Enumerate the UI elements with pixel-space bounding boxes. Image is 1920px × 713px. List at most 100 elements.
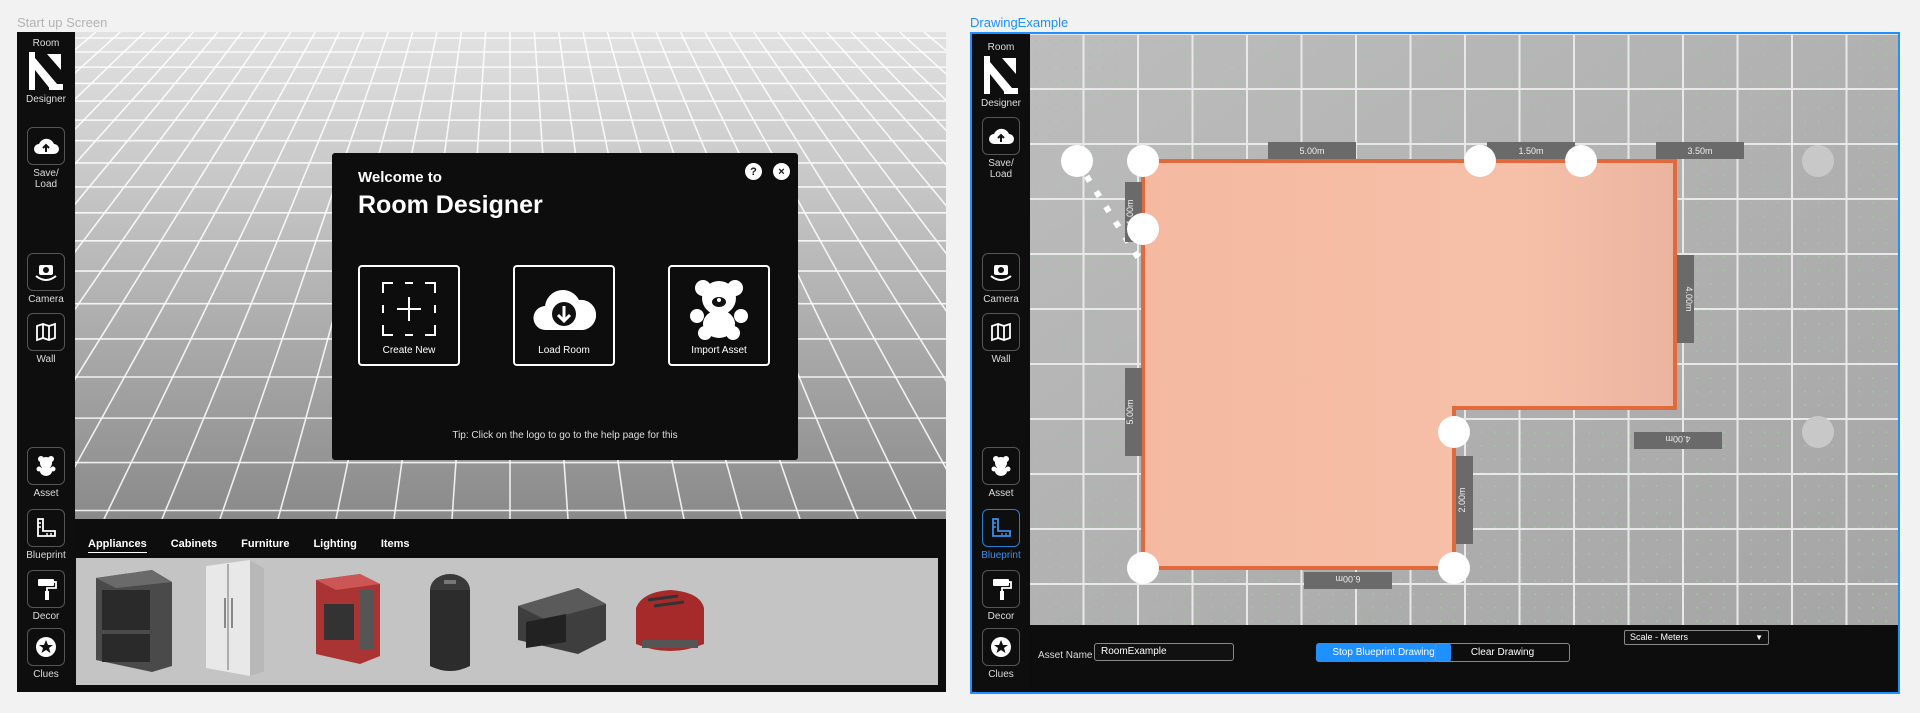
sidebar-item-decor[interactable]: Decor bbox=[17, 570, 75, 622]
sidebar-item-wall[interactable]: Wall bbox=[17, 313, 75, 365]
dim-right: 4.00m bbox=[1684, 286, 1694, 311]
camera-rotate-icon bbox=[27, 253, 65, 291]
dim-top-mid: 1.50m bbox=[1518, 146, 1543, 156]
asset-oven[interactable] bbox=[94, 564, 174, 679]
sidebar-label-decor: Decor bbox=[987, 611, 1015, 622]
sidebar-label-asset: Asset bbox=[988, 488, 1014, 499]
sidebar-item-blueprint[interactable]: Blueprint bbox=[972, 509, 1030, 561]
vertex-handle[interactable] bbox=[1127, 552, 1159, 584]
startup-screen: Welcome to Room Designer ? × Create New bbox=[17, 32, 946, 692]
vertex-handle[interactable] bbox=[1464, 145, 1496, 177]
asset-trash-can[interactable] bbox=[426, 572, 474, 681]
teddy-bear-icon bbox=[27, 447, 65, 485]
sidebar-item-blueprint[interactable]: Blueprint bbox=[17, 509, 75, 561]
tab-items[interactable]: Items bbox=[381, 538, 410, 553]
vertex-handle[interactable] bbox=[1438, 552, 1470, 584]
star-badge-icon bbox=[982, 628, 1020, 666]
map-icon bbox=[982, 313, 1020, 351]
tab-furniture[interactable]: Furniture bbox=[241, 538, 289, 553]
sidebar-item-clues[interactable]: Clues bbox=[17, 628, 75, 680]
sidebar: Room Designer Save/ Load Camera Wall Ass… bbox=[972, 34, 1030, 692]
dim-top-right: 3.50m bbox=[1687, 146, 1712, 156]
sidebar-item-asset[interactable]: Asset bbox=[17, 447, 75, 499]
asset-strip bbox=[76, 558, 938, 685]
vertex-handle[interactable] bbox=[1438, 416, 1470, 448]
camera-rotate-icon bbox=[982, 253, 1020, 291]
asset-refrigerator[interactable] bbox=[204, 558, 266, 681]
sidebar-label-asset: Asset bbox=[33, 488, 59, 499]
dim-inner-vertical: 2.00m bbox=[1457, 487, 1467, 512]
logo-button[interactable]: Room Designer bbox=[17, 38, 75, 105]
paint-roller-icon bbox=[982, 570, 1020, 608]
vertex-handle[interactable] bbox=[1802, 145, 1834, 177]
sidebar-label-decor: Decor bbox=[32, 611, 60, 622]
app-title: Room Designer bbox=[358, 191, 543, 219]
room-designer-logo-icon bbox=[982, 54, 1020, 96]
sidebar-label-save-load: Save/ Load bbox=[33, 168, 59, 190]
sidebar-label-blueprint: Blueprint bbox=[981, 550, 1021, 561]
tab-appliances[interactable]: Appliances bbox=[88, 538, 147, 553]
map-icon bbox=[27, 313, 65, 351]
sidebar-item-camera[interactable]: Camera bbox=[17, 253, 75, 305]
asset-panel: Appliances Cabinets Furniture Lighting I… bbox=[75, 519, 946, 692]
asset-coffee-machine[interactable] bbox=[312, 570, 384, 675]
ruler-square-icon bbox=[27, 509, 65, 547]
drawing-screen: 5.00m 1.50m 3.50m 1.00m 4.00m 5.00m 4.00… bbox=[970, 32, 1900, 694]
paint-roller-icon bbox=[27, 570, 65, 608]
blueprint-grid: 5.00m 1.50m 3.50m 1.00m 4.00m 5.00m 4.00… bbox=[1029, 34, 1898, 625]
load-room-button[interactable]: Load Room bbox=[513, 265, 615, 366]
3d-viewport[interactable]: Welcome to Room Designer ? × Create New bbox=[75, 32, 946, 519]
vertex-handle[interactable] bbox=[1565, 145, 1597, 177]
asset-toaster[interactable] bbox=[632, 586, 708, 663]
welcome-modal: Welcome to Room Designer ? × Create New bbox=[332, 153, 798, 460]
tip-text: Tip: Click on the logo to go to the help… bbox=[452, 430, 678, 441]
ruler-square-icon bbox=[982, 509, 1020, 547]
logo-text-bottom: Designer bbox=[25, 94, 67, 105]
import-asset-label: Import Asset bbox=[691, 345, 747, 356]
sidebar-label-wall: Wall bbox=[991, 354, 1011, 365]
create-new-button[interactable]: Create New bbox=[358, 265, 460, 366]
scale-select[interactable]: Scale - Meters ▼ bbox=[1624, 630, 1769, 645]
dim-top-left: 5.00m bbox=[1299, 146, 1324, 156]
create-new-label: Create New bbox=[382, 345, 436, 356]
teddy-bear-icon bbox=[982, 447, 1020, 485]
frame-title-startup: Start up Screen bbox=[17, 15, 108, 30]
logo-text-top: Room bbox=[32, 38, 60, 49]
logo-text-top: Room bbox=[987, 42, 1015, 53]
sidebar-item-save-load[interactable]: Save/ Load bbox=[17, 127, 75, 190]
create-new-icon bbox=[360, 279, 458, 339]
vertex-handle[interactable] bbox=[1127, 213, 1159, 245]
close-icon[interactable]: × bbox=[773, 163, 790, 180]
blueprint-canvas[interactable]: 5.00m 1.50m 3.50m 1.00m 4.00m 5.00m 4.00… bbox=[1029, 34, 1898, 625]
sidebar-label-clues: Clues bbox=[33, 669, 59, 680]
asset-tabs: Appliances Cabinets Furniture Lighting I… bbox=[88, 538, 434, 553]
dim-bottom: 6.00m bbox=[1335, 574, 1360, 584]
sidebar-item-asset[interactable]: Asset bbox=[972, 447, 1030, 499]
dim-inner-horizontal: 4.00m bbox=[1665, 434, 1690, 444]
tab-cabinets[interactable]: Cabinets bbox=[171, 538, 217, 553]
sidebar-item-wall[interactable]: Wall bbox=[972, 313, 1030, 365]
import-asset-button[interactable]: Import Asset bbox=[668, 265, 770, 366]
clear-drawing-button[interactable]: Clear Drawing bbox=[1435, 643, 1570, 662]
logo-text-bottom: Designer bbox=[980, 98, 1022, 109]
asset-microwave[interactable] bbox=[516, 586, 608, 661]
asset-name-label: Asset Name bbox=[1038, 650, 1093, 661]
vertex-handle[interactable] bbox=[1802, 416, 1834, 448]
cloud-download-icon bbox=[515, 279, 613, 339]
cloud-upload-icon bbox=[982, 117, 1020, 155]
vertex-handle[interactable] bbox=[1127, 145, 1159, 177]
frame-title-drawing: DrawingExample bbox=[970, 15, 1069, 30]
teddy-bear-icon bbox=[670, 279, 768, 340]
tab-lighting[interactable]: Lighting bbox=[313, 538, 356, 553]
sidebar-label-camera: Camera bbox=[983, 294, 1019, 305]
logo-button[interactable]: Room Designer bbox=[972, 42, 1030, 109]
asset-name-input[interactable]: RoomExample bbox=[1094, 643, 1234, 661]
stop-blueprint-drawing-button[interactable]: Stop Blueprint Drawing bbox=[1316, 643, 1451, 662]
sidebar-item-clues[interactable]: Clues bbox=[972, 628, 1030, 680]
sidebar-item-decor[interactable]: Decor bbox=[972, 570, 1030, 622]
sidebar-item-save-load[interactable]: Save/ Load bbox=[972, 117, 1030, 180]
help-icon[interactable]: ? bbox=[745, 163, 762, 180]
vertex-handle[interactable] bbox=[1061, 145, 1093, 177]
sidebar-item-camera[interactable]: Camera bbox=[972, 253, 1030, 305]
chevron-down-icon: ▼ bbox=[1755, 633, 1763, 642]
